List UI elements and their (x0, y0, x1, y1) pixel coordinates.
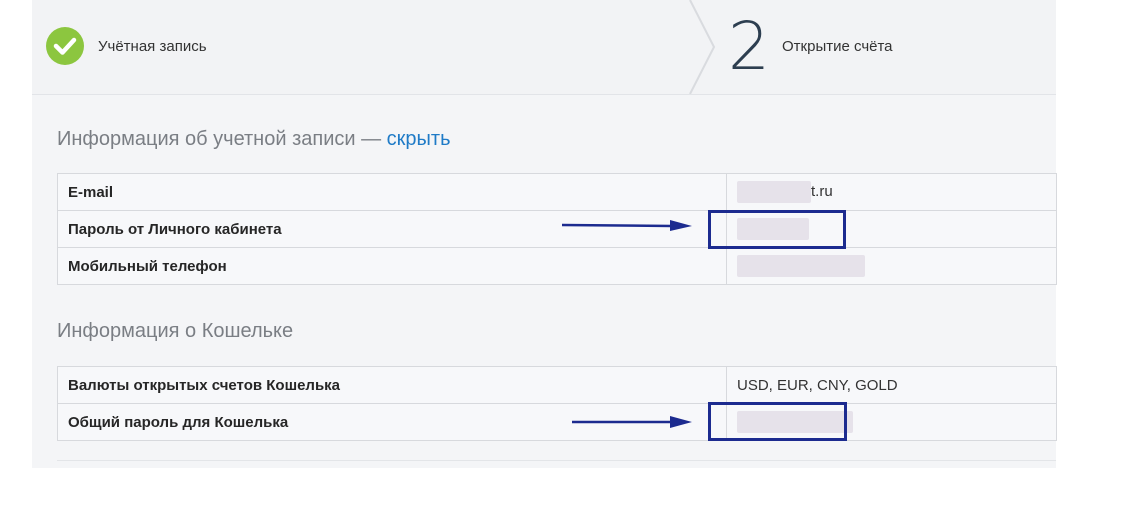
wallet-info-table: Валюты открытых счетов Кошелька USD, EUR… (57, 366, 1057, 441)
progress-steps: Учётная запись 2 Открытие счёта (32, 0, 1056, 95)
email-value: t.ru (726, 173, 1057, 211)
table-row: Общий пароль для Кошелька (57, 403, 1057, 441)
step-2-label: Открытие счёта (782, 38, 893, 55)
step-1-label: Учётная запись (98, 38, 207, 55)
account-info-title: Информация об учетной записи — (57, 128, 387, 150)
account-info-table: E-mail t.ru Пароль от Личного кабинета М… (57, 173, 1057, 285)
wallet-currencies-value: USD, EUR, CNY, GOLD (726, 366, 1057, 404)
mobile-phone-label: Мобильный телефон (57, 247, 727, 285)
account-info-heading: Информация об учетной записи — скрыть (57, 128, 451, 151)
table-row: Пароль от Личного кабинета (57, 210, 1057, 248)
step-separator-chevron-icon (689, 0, 716, 94)
arrow-right-icon (572, 416, 692, 428)
arrow-right-icon (561, 220, 692, 231)
divider (57, 460, 1056, 461)
mobile-phone-value (726, 247, 1057, 285)
wallet-password-highlight-box (708, 402, 847, 441)
wallet-currencies-label: Валюты открытых счетов Кошелька (57, 366, 727, 404)
redacted-phone (737, 255, 865, 277)
wallet-info-title: Информация о Кошельке (57, 320, 294, 342)
email-label: E-mail (57, 173, 727, 211)
check-circle-icon (46, 27, 84, 65)
redacted-email (737, 181, 811, 203)
password-highlight-box (708, 210, 846, 249)
hide-link[interactable]: скрыть (387, 128, 451, 150)
table-row: Мобильный телефон (57, 247, 1057, 285)
email-suffix: t.ru (811, 182, 833, 200)
step-2-number: 2 (728, 8, 770, 85)
table-row: Валюты открытых счетов Кошелька USD, EUR… (57, 366, 1057, 404)
table-row: E-mail t.ru (57, 173, 1057, 211)
